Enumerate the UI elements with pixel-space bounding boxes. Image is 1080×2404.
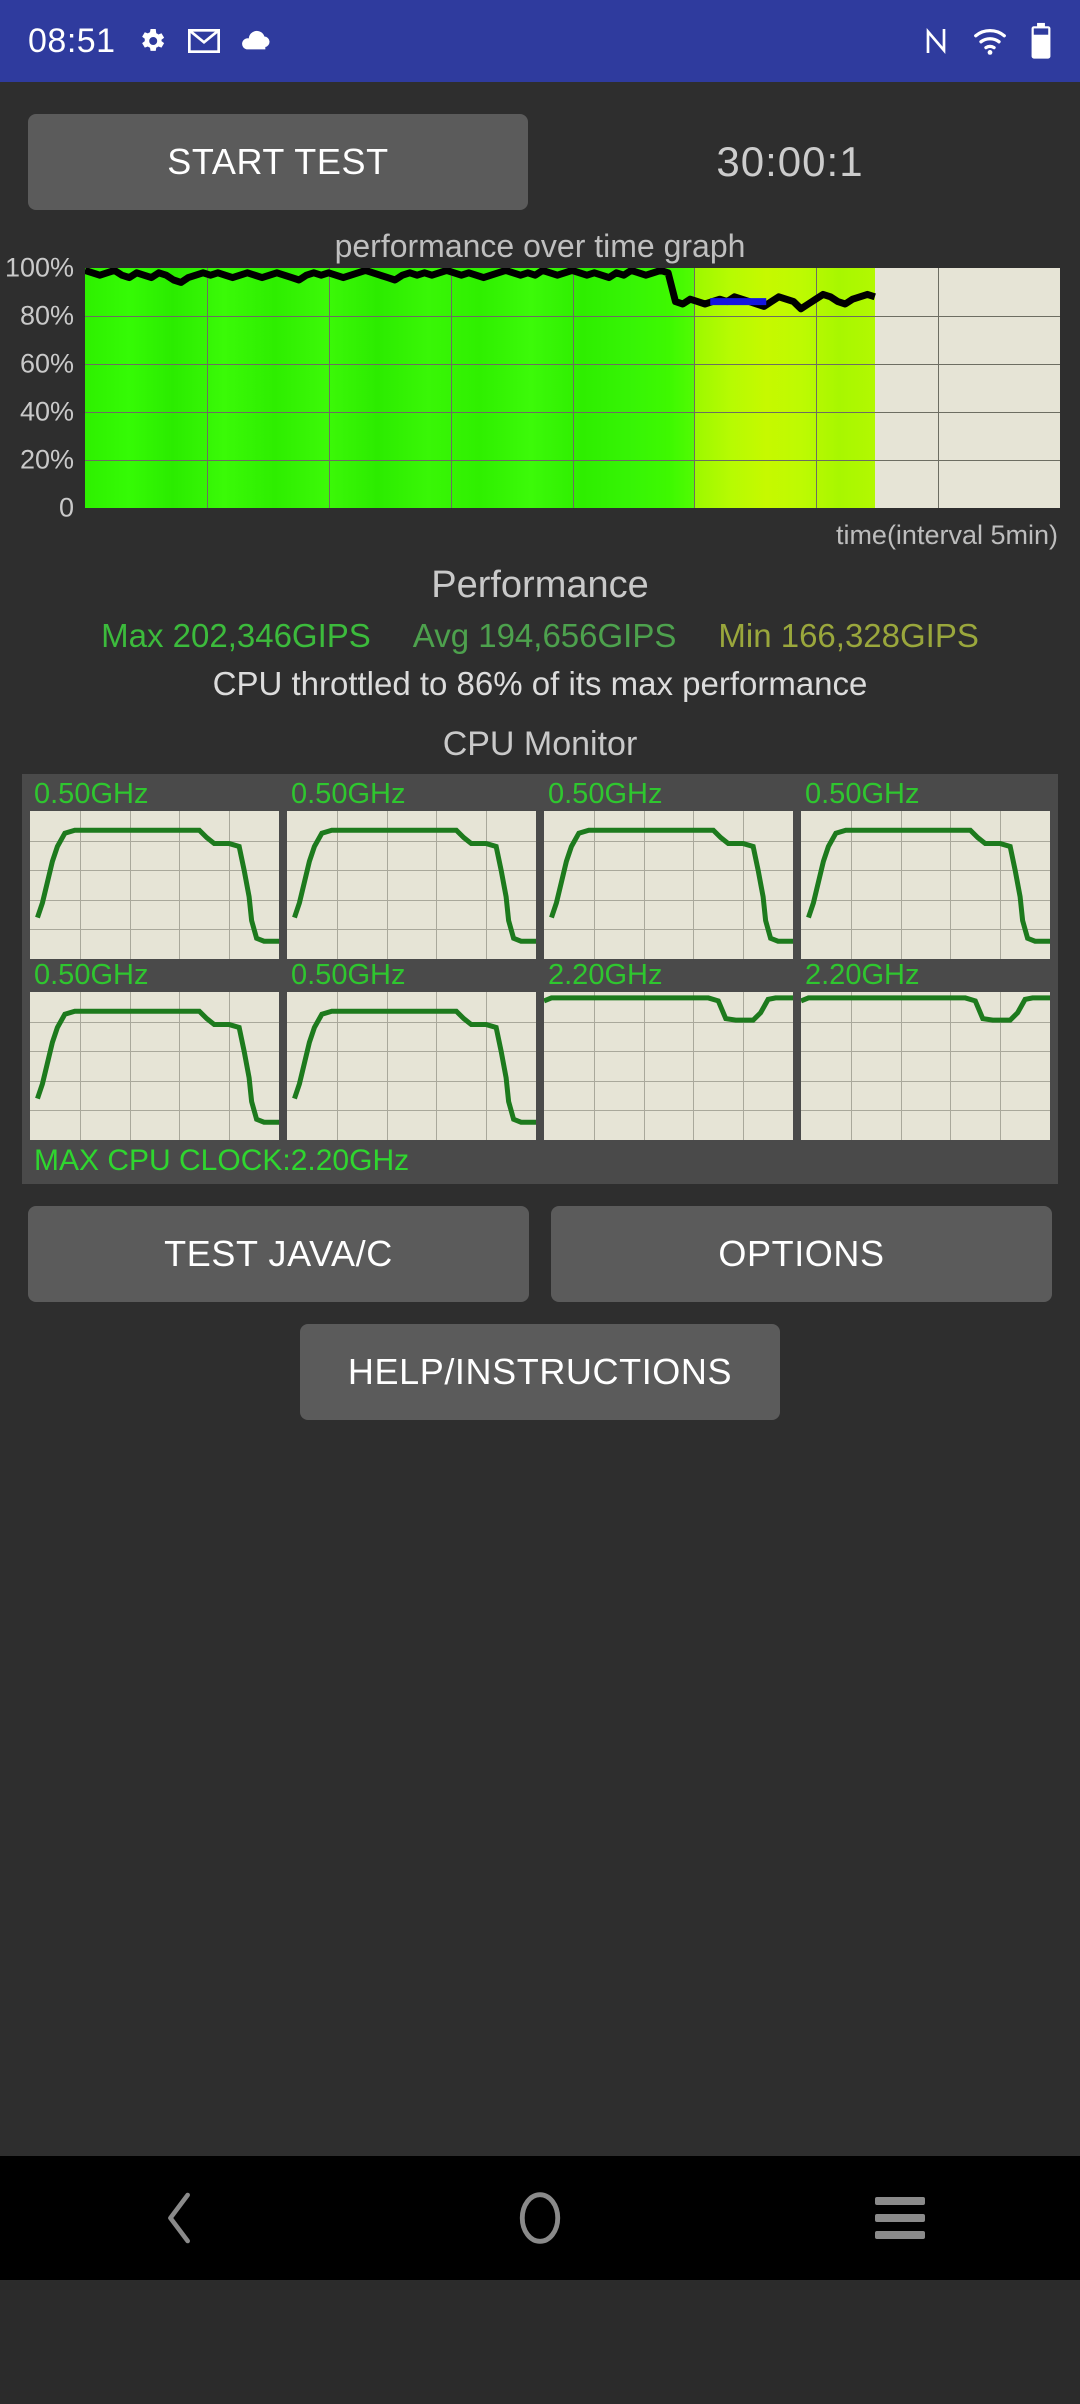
gmail-icon (187, 28, 220, 54)
action-button-row: TEST JAVA/C OPTIONS (0, 1184, 1080, 1302)
max-cpu-clock-label: MAX CPU CLOCK:2.20GHz (34, 1144, 410, 1177)
cpu-core-trace (287, 992, 536, 1140)
y-tick-40: 40% (19, 396, 74, 427)
status-bar-left: 08:51 (28, 22, 272, 61)
home-icon (519, 2192, 561, 2244)
cpu-core-2-plot (544, 811, 793, 959)
cpu-core-trace (801, 992, 1050, 1140)
status-bar: 08:51 (0, 0, 1080, 82)
cpu-core-trace (801, 811, 1050, 959)
performance-min: Min 166,328GIPS (718, 617, 979, 654)
help-instructions-button[interactable]: HELP/INSTRUCTIONS (300, 1324, 780, 1420)
cpu-core-4-freq: 0.50GHz (34, 959, 149, 991)
cpu-core-6-freq: 2.20GHz (548, 959, 663, 991)
cpu-core-trace (30, 811, 279, 959)
android-nav-bar (0, 2156, 1080, 2280)
cpu-monitor-panel: 0.50GHz 0.50GHz 0.50GHz 0.50GHz 0.50GHz (22, 774, 1058, 1184)
options-button[interactable]: OPTIONS (551, 1206, 1052, 1302)
performance-heading: Performance (431, 564, 649, 606)
nfc-icon (922, 25, 950, 57)
status-bar-right (922, 22, 1052, 60)
cpu-core-7-plot (801, 992, 1050, 1140)
performance-avg: Avg 194,656GIPS (412, 617, 677, 654)
performance-stats: Max 202,346GIPS Avg 194,656GIPS Min 166,… (0, 617, 1080, 655)
performance-plot-area (85, 268, 1060, 508)
y-tick-80: 80% (19, 300, 74, 331)
performance-trace-line (85, 268, 876, 313)
performance-throttle-text: CPU throttled to 86% of its max performa… (212, 665, 868, 702)
cpu-core-0: 0.50GHz (30, 780, 279, 959)
y-tick-20: 20% (19, 444, 74, 475)
cpu-core-5-freq: 0.50GHz (291, 959, 406, 991)
performance-chart-y-axis: 100% 80% 60% 40% 20% 0 (0, 253, 78, 523)
cpu-core-7-freq: 2.20GHz (805, 959, 920, 991)
cpu-core-0-freq: 0.50GHz (34, 778, 149, 810)
cpu-core-3: 0.50GHz (801, 780, 1050, 959)
cpu-row-top: 0.50GHz 0.50GHz 0.50GHz 0.50GHz (30, 780, 1050, 959)
top-controls: START TEST 30:00:1 (0, 82, 1080, 210)
cpu-core-1-plot (287, 811, 536, 959)
cpu-core-trace (544, 992, 793, 1140)
performance-chart: performance over time graph 100% 80% 60%… (0, 228, 1080, 558)
cpu-core-4: 0.50GHz (30, 961, 279, 1140)
wifi-icon (972, 26, 1008, 56)
cpu-core-5: 0.50GHz (287, 961, 536, 1140)
nav-home-button[interactable] (360, 2190, 720, 2246)
test-java-c-button[interactable]: TEST JAVA/C (28, 1206, 529, 1302)
start-test-button[interactable]: START TEST (28, 114, 528, 210)
app-body: START TEST 30:00:1 performance over time… (0, 82, 1080, 2280)
y-tick-0: 0 (58, 492, 74, 523)
nav-recents-button[interactable] (720, 2197, 1080, 2239)
performance-max: Max 202,346GIPS (101, 617, 371, 654)
performance-chart-title: performance over time graph (334, 228, 746, 264)
back-icon (168, 2192, 190, 2244)
test-timer: 30:00:1 (716, 138, 864, 185)
cloud-icon (240, 29, 272, 53)
status-bar-clock: 08:51 (28, 21, 116, 60)
cpu-core-6: 2.20GHz (544, 961, 793, 1140)
y-tick-60: 60% (19, 348, 74, 379)
cpu-core-7: 2.20GHz (801, 961, 1050, 1140)
help-button-row: HELP/INSTRUCTIONS (0, 1302, 1080, 1420)
cpu-core-1: 0.50GHz (287, 780, 536, 959)
cpu-core-trace (30, 992, 279, 1140)
cpu-core-2-freq: 0.50GHz (548, 778, 663, 810)
cpu-core-3-plot (801, 811, 1050, 959)
cpu-core-trace (287, 811, 536, 959)
cpu-monitor-title: CPU Monitor (442, 725, 638, 763)
cpu-core-4-plot (30, 992, 279, 1140)
cpu-core-0-plot (30, 811, 279, 959)
nav-back-button[interactable] (0, 2187, 360, 2249)
battery-icon (1030, 22, 1052, 60)
cpu-core-5-plot (287, 992, 536, 1140)
cpu-core-6-plot (544, 992, 793, 1140)
cpu-row-bottom: 0.50GHz 0.50GHz 2.20GHz 2.20GHz (30, 961, 1050, 1140)
cpu-core-3-freq: 0.50GHz (805, 778, 920, 810)
cpu-core-1-freq: 0.50GHz (291, 778, 406, 810)
gear-icon (136, 25, 168, 57)
performance-chart-x-label: time(interval 5min) (835, 520, 1058, 550)
y-tick-100: 100% (4, 252, 74, 283)
cpu-core-trace (544, 811, 793, 959)
cpu-core-2: 0.50GHz (544, 780, 793, 959)
recents-icon (875, 2197, 925, 2239)
